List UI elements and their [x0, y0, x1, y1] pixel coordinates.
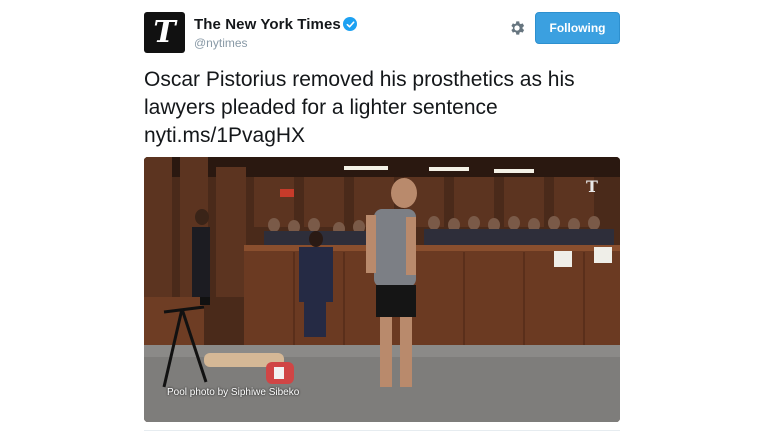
divider [144, 430, 620, 431]
account-handle[interactable]: @nytimes [194, 36, 248, 50]
verified-badge-icon [343, 17, 357, 31]
watermark-glyph: T [586, 177, 598, 196]
following-button[interactable]: Following [535, 12, 620, 44]
avatar-glyph: T [153, 14, 176, 50]
gear-icon[interactable] [508, 19, 526, 37]
display-name[interactable]: The New York Times [194, 16, 341, 33]
tweet-card: T The New York Times @nytimes Following … [144, 12, 620, 433]
avatar[interactable]: T [144, 12, 185, 53]
tweet-body: Oscar Pistorius removed his prosthetics … [144, 68, 575, 119]
tweet-photo[interactable]: T Pool photo by Siphiwe Sibeko [144, 157, 620, 422]
photo-credit: Pool photo by Siphiwe Sibeko [167, 387, 300, 398]
courtroom-photo: T [144, 157, 620, 422]
tweet-text: Oscar Pistorius removed his prosthetics … [144, 66, 620, 150]
tweet-link[interactable]: nyti.ms/1PvagHX [144, 122, 620, 150]
